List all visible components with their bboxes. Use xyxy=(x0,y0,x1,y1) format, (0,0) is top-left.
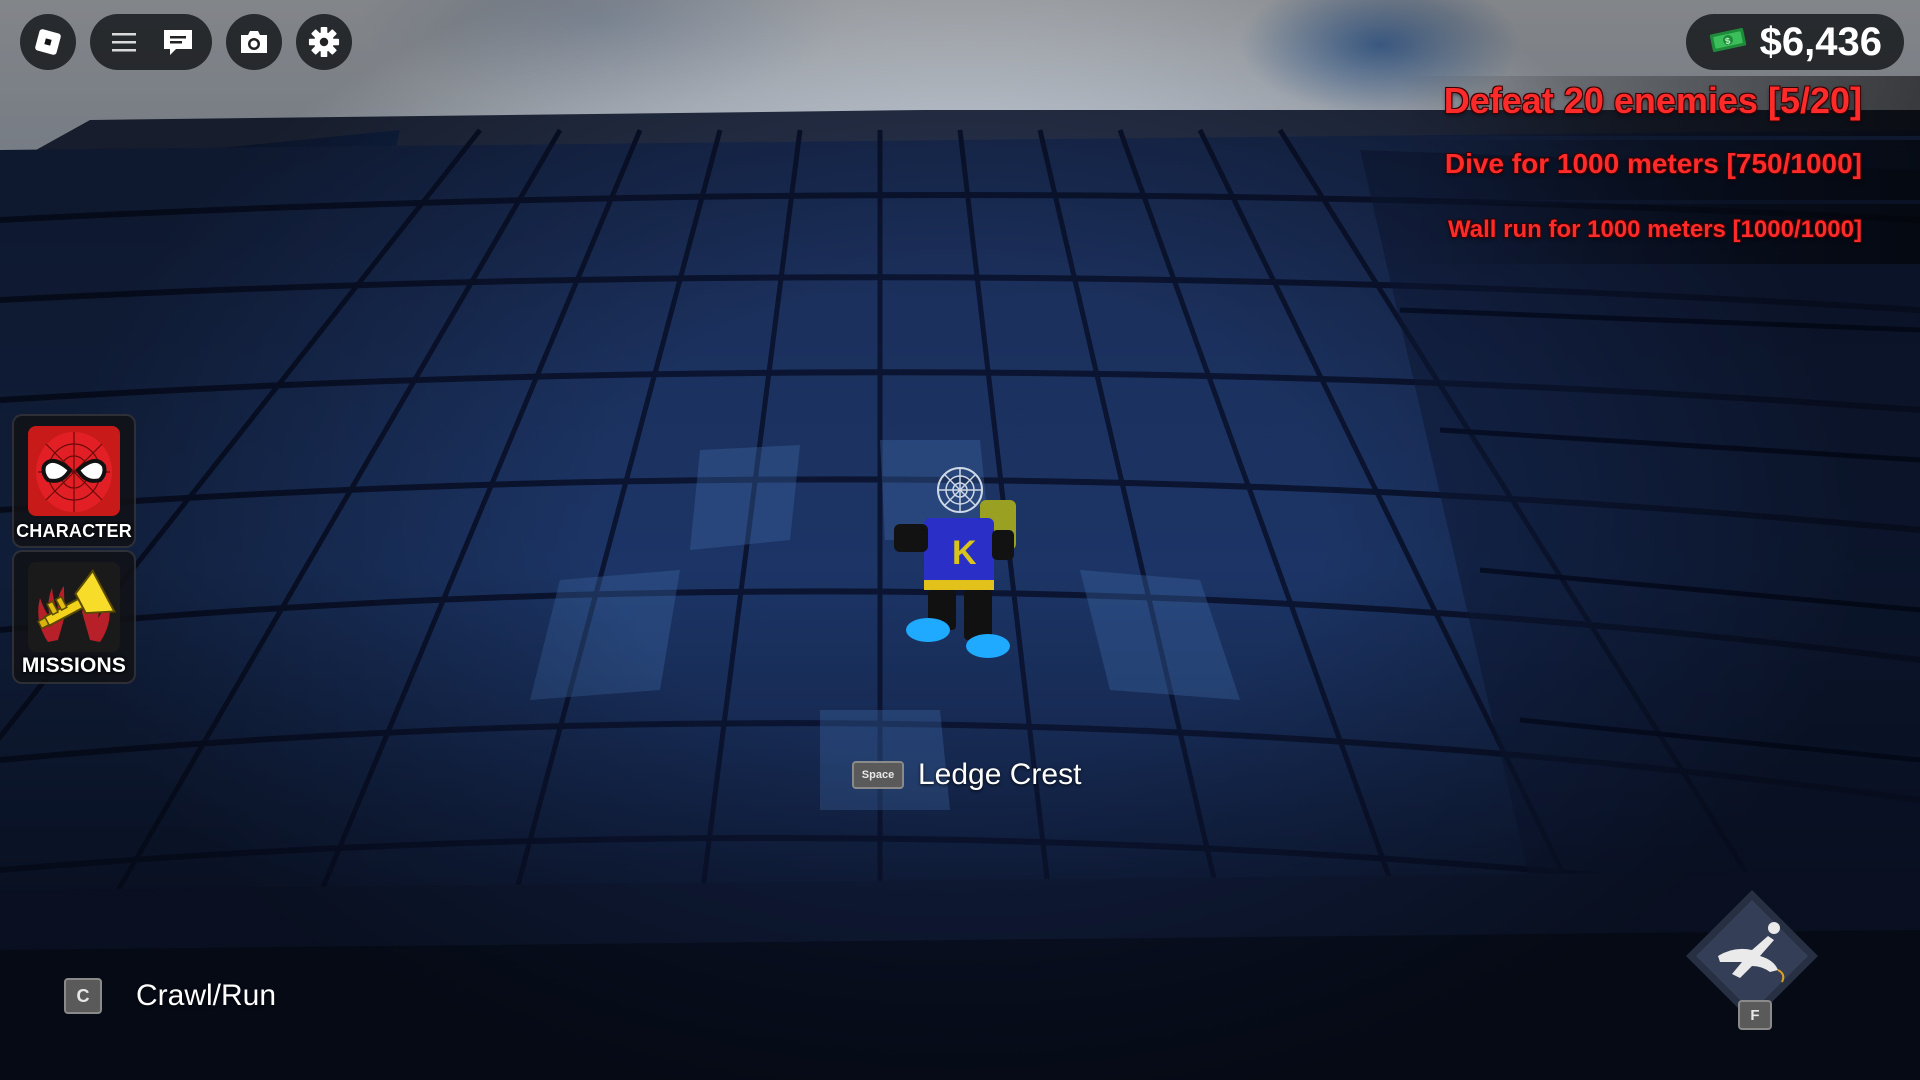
web-target-icon xyxy=(937,467,983,513)
crawl-run-prompt: C Crawl/Run xyxy=(64,978,276,1014)
space-key: Space xyxy=(852,761,904,789)
c-key: C xyxy=(64,978,102,1014)
missions-button[interactable]: MISSIONS xyxy=(12,550,136,684)
roblox-logo-icon xyxy=(32,26,64,58)
ledge-crest-prompt: Space Ledge Crest xyxy=(852,758,1081,792)
character-button[interactable]: CHARACTER xyxy=(12,414,136,548)
player-character: K xyxy=(880,460,1040,660)
settings-button[interactable] xyxy=(296,14,352,70)
mission-item: Dive for 1000 meters [750/1000] xyxy=(1444,148,1862,179)
screenshot-button[interactable] xyxy=(226,14,282,70)
chat-icon[interactable] xyxy=(162,26,194,58)
mission-item: Defeat 20 enemies [5/20] xyxy=(1443,80,1862,121)
cash-icon: $ xyxy=(1708,25,1748,59)
top-bar xyxy=(20,14,352,70)
missions-label: MISSIONS xyxy=(21,654,127,677)
trumpet-icon xyxy=(28,562,120,652)
mission-item: Wall run for 1000 meters [1000/1000] xyxy=(1448,216,1862,243)
gear-icon xyxy=(308,26,340,58)
menu-chat-group xyxy=(90,14,212,70)
currency-amount: $6,436 xyxy=(1759,19,1882,64)
svg-text:K: K xyxy=(952,534,977,572)
currency-display: $ $6,436 xyxy=(1685,14,1904,70)
crawl-run-label: Crawl/Run xyxy=(136,979,277,1012)
ledge-crest-label: Ledge Crest xyxy=(918,758,1082,791)
spiderman-mask-icon xyxy=(28,426,120,516)
camera-icon xyxy=(238,26,270,58)
hamburger-icon[interactable] xyxy=(108,26,140,58)
f-key: F xyxy=(1738,1000,1772,1030)
roblox-menu-button[interactable] xyxy=(20,14,76,70)
character-label: CHARACTER xyxy=(16,521,132,541)
